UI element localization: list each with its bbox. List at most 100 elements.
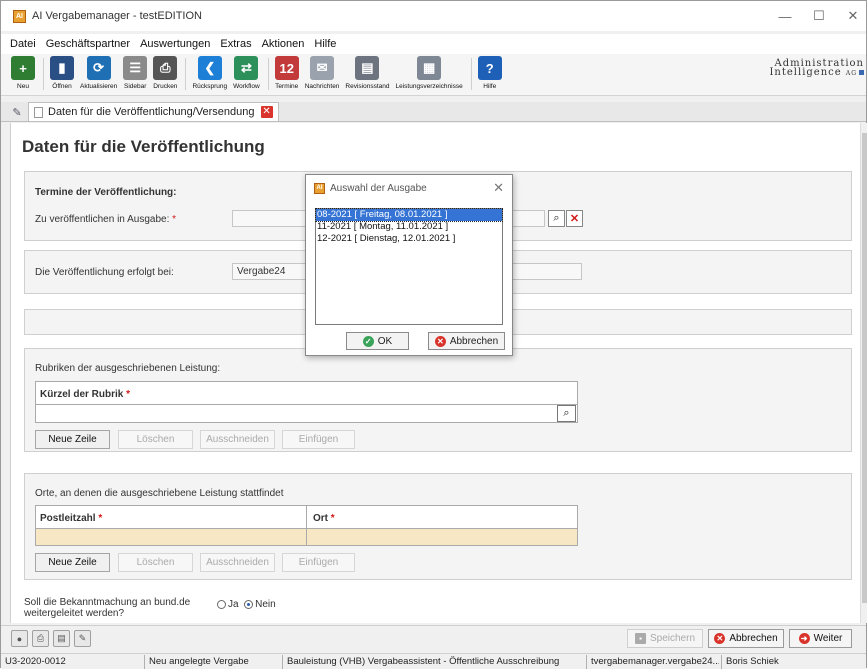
menu-hilfe[interactable]: Hilfe [314,38,336,50]
search-ausgabe-icon[interactable]: ⌕ [548,210,565,227]
search-rubrik-icon[interactable]: ⌕ [557,405,576,422]
status-vergabe-id: U3-2020-0012 [5,656,66,667]
clear-ausgabe-icon[interactable]: ✕ [566,210,583,227]
toolbar-back-button[interactable]: ❮ Rücksprung [192,54,227,96]
tab-bar: ✎ Daten für die Veröffentlichung/Versend… [1,102,866,122]
cancel-button[interactable]: ✕ Abbrechen [708,629,784,648]
toolbar-label: Öffnen [52,83,72,90]
close-window-button[interactable]: ✕ [836,1,867,31]
ort-input-cell[interactable] [307,529,577,545]
next-button[interactable]: ➜ Weiter [789,629,852,648]
brand-suffix: AG [845,70,857,77]
rubriken-new-row-button[interactable]: Neue Zeile [35,430,110,449]
erfolgt-label: Die Veröffentlichung erfolgt bei: [35,267,174,278]
help-icon: ? [477,56,502,80]
tab-daten-veroeffentlichung[interactable]: Daten für die Veröffentlichung/Versendun… [28,102,279,121]
bottom-export-icon[interactable]: ▤ [53,630,70,647]
ausgabe-list-item[interactable]: 11-2021 [ Montag, 11.01.2021 ] [316,221,502,233]
save-icon: ▪ [634,633,646,644]
toolbar-refresh-button[interactable]: ⟳ Aktualisieren [80,54,117,96]
dialog-close-icon[interactable]: ✕ [493,180,504,196]
orte-cut-button[interactable]: Ausschneiden [200,553,275,572]
toolbar-calendar-button[interactable]: 12 Termine [274,54,299,96]
new-icon: + [11,56,35,80]
ort-column-header: Ort * [313,513,335,524]
status-server: tvergabemanager.vergabe24.... [591,656,719,667]
refresh-icon: ⟳ [86,56,111,80]
close-tab-icon[interactable]: ✕ [260,106,273,118]
brand-logo: Administration Intelligence AG [769,58,864,78]
toolbar-new-button[interactable]: + Neu [11,54,35,96]
menu-aktionen[interactable]: Aktionen [262,38,305,50]
toolbar-mail-button[interactable]: ✉ Nachrichten [304,54,340,96]
bund-radio-group: Ja Nein [217,599,276,610]
toolbar-print-button[interactable]: ⎙ Drucken [153,54,177,96]
toolbar-label: Workflow [233,83,260,90]
brand-line2: Intelligence [769,67,842,78]
dialog-title-bar: AI Auswahl der Ausgabe [306,175,512,201]
menu-geschaeftspartner[interactable]: Geschäftspartner [46,38,130,50]
termine-heading: Termine der Veröffentlichung: [35,187,177,198]
status-bar: U3-2020-0012 Neu angelegte Vergabe Baule… [1,653,866,669]
home-tab-icon[interactable]: ✎ [6,103,28,121]
rubriken-heading: Rubriken der ausgeschriebenen Leistung: [35,363,221,374]
toolbar-grid-button[interactable]: ▦ Leistungsverzeichnisse [396,54,463,96]
toolbar-label: Drucken [153,83,178,90]
orte-paste-button[interactable]: Einfügen [282,553,355,572]
menu-auswertungen[interactable]: Auswertungen [140,38,210,50]
menu-datei[interactable]: Datei [10,38,36,50]
toolbar-workflow-button[interactable]: ⇄ Workflow [233,54,260,96]
toolbar-label: Sidebar [124,83,147,90]
toolbar-label: Hilfe [483,83,497,90]
print-icon: ⎙ [153,56,178,80]
bottom-bar: ● ⎙ ▤ ✎ ▪ Speichern ✕ Abbrechen ➜ Weiter [1,625,866,651]
toolbar-label: Revisionsstand [345,83,390,90]
vertical-scrollbar[interactable] [860,123,867,623]
plz-input-cell[interactable] [36,529,306,545]
bottom-attach-icon[interactable]: ✎ [74,630,91,647]
save-button[interactable]: ▪ Speichern [627,629,703,648]
bund-ja-radio[interactable] [217,599,226,609]
cancel-icon: ✕ [714,633,726,644]
toolbar-sidebar-button[interactable]: ☰ Sidebar [123,54,148,96]
bund-nein-radio[interactable] [244,599,254,609]
rubriken-delete-button[interactable]: Löschen [118,430,193,449]
status-type: Bauleistung (VHB) Vergabeassistent - Öff… [287,656,560,667]
page-title: Daten für die Veröffentlichung [22,137,265,156]
dialog-app-icon: AI [314,182,325,194]
rubrik-input-row[interactable] [36,405,557,422]
toolbar-help-button[interactable]: ? Hilfe [477,54,502,96]
rubriken-table: Kürzel der Rubrik * ⌕ [35,381,578,423]
dialog-ok-button[interactable]: ✓ OK [346,332,409,350]
menu-extras[interactable]: Extras [220,38,251,50]
orte-table: Postleitzahl * Ort * [35,505,578,546]
scrollbar-thumb[interactable] [862,133,867,603]
orte-new-row-button[interactable]: Neue Zeile [35,553,110,572]
orte-delete-button[interactable]: Löschen [118,553,193,572]
rubriken-cut-button[interactable]: Ausschneiden [200,430,275,449]
maximize-button[interactable]: ☐ [802,1,836,31]
ausgabe-list-item[interactable]: 08-2021 [ Freitag, 08.01.2021 ] [315,208,503,222]
ausgabe-list-item[interactable]: 12-2021 [ Dienstag, 12.01.2021 ] [316,233,502,245]
minimize-button[interactable]: — [768,1,802,31]
bund-ja-label: Ja [228,599,239,610]
section-orte: Orte, an denen die ausgeschriebene Leist… [24,473,852,580]
toolbar-label: Nachrichten [304,83,340,90]
status-state: Neu angelegte Vergabe [149,656,249,667]
ausgabe-listbox[interactable]: 08-2021 [ Freitag, 08.01.2021 ] 11-2021 [… [315,208,503,325]
rubriken-paste-button[interactable]: Einfügen [282,430,355,449]
dialog-cancel-button[interactable]: ✕ Abbrechen [428,332,505,350]
window-title: AI Vergabemanager - testEDITION [32,10,202,22]
open-icon: ▮ [50,56,74,80]
toolbar-open-button[interactable]: ▮ Öffnen [50,54,74,96]
calendar-icon: 12 [274,56,299,80]
orte-heading: Orte, an denen die ausgeschriebene Leist… [35,488,284,499]
bund-nein-label: Nein [255,599,276,610]
toolbar-label: Leistungsverzeichnisse [395,83,463,90]
bottom-print-icon[interactable]: ⎙ [32,630,49,647]
tab-label: Daten für die Veröffentlichung/Versendun… [48,106,255,118]
toolbar-label: Neu [17,83,29,90]
toolbar-revision-button[interactable]: ▤ Revisionsstand [345,54,390,96]
status-circle-icon[interactable]: ● [11,630,28,647]
mail-icon: ✉ [310,56,335,80]
